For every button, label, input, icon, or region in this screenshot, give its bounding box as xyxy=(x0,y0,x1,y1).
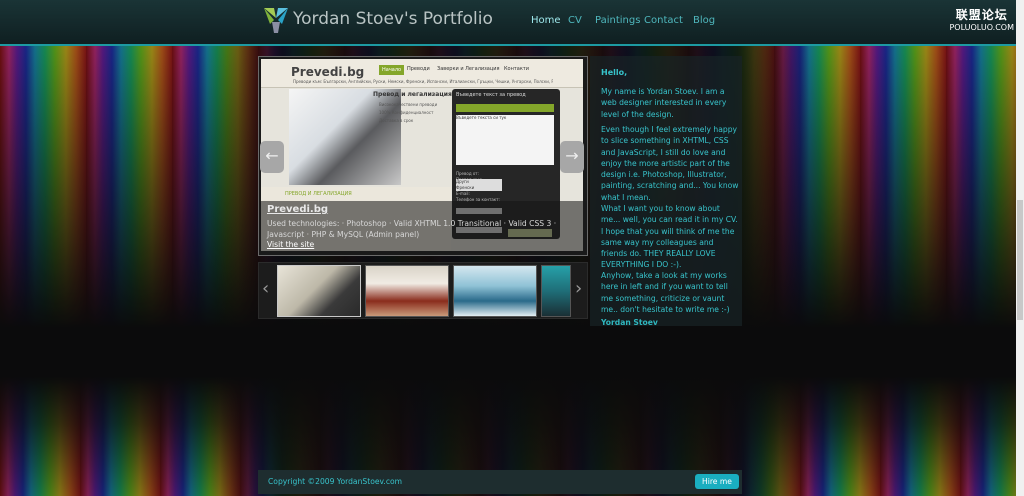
nav-home[interactable]: Home xyxy=(531,15,561,26)
thumbnail-strip: ‹ › xyxy=(258,262,588,319)
screenshot-subtitle: Превод и легализация xyxy=(373,91,452,98)
screenshot-bullets: Висококачествени преводи 100% Конфиденци… xyxy=(379,101,437,125)
screenshot-bullet: 100% Конфиденциалност xyxy=(379,110,434,115)
about-paragraph: My name is Yordan Stoev. I am a web desi… xyxy=(601,87,727,119)
watermark-url: POLUOLUO.COM xyxy=(949,23,1014,32)
screenshot-form-selects: ДругиФренски xyxy=(456,179,554,191)
watermark: 联盟论坛 POLUOLUO.COM xyxy=(949,6,1014,32)
screenshot-nav-item: Контакти xyxy=(504,66,530,72)
screenshot-section-title: ПРЕВОД И ЛЕГАЛИЗАЦИЯ xyxy=(285,191,352,197)
screenshot-form-labels-2: E-mail:Телефон за контакт: xyxy=(456,191,554,202)
about-panel: Hello, My name is Yordan Stoev. I am a w… xyxy=(590,56,742,327)
screenshot-bullet: Висококачествени преводи xyxy=(379,102,438,107)
thumbnail-item[interactable] xyxy=(541,265,571,317)
screenshot-logo: Prevedi.bg xyxy=(291,65,365,79)
nav-cv[interactable]: CV xyxy=(568,15,582,26)
nav-contact[interactable]: Contact xyxy=(644,15,683,26)
screenshot-nav-item: Преводи xyxy=(407,66,430,72)
site-title[interactable]: Yordan Stoev's Portfolio xyxy=(293,9,493,29)
copyright-text: Copyright ©2009 YordanStoev.com xyxy=(268,477,403,486)
screenshot-bullet: Доставка в срок xyxy=(379,118,414,123)
about-greeting: Hello, xyxy=(601,68,628,77)
hire-me-button[interactable]: Hire me xyxy=(695,474,739,489)
scrollbar-thumb[interactable] xyxy=(1017,200,1023,320)
thumbs-prev-icon[interactable]: ‹ xyxy=(262,278,269,299)
visit-site-link[interactable]: Visit the site xyxy=(267,240,314,249)
thumbnail-item[interactable] xyxy=(453,265,537,317)
slider-next-arrow-icon[interactable]: → xyxy=(560,141,584,173)
thumbs-next-icon[interactable]: › xyxy=(575,278,582,299)
thumbnail-item[interactable] xyxy=(365,265,449,317)
project-technologies: Used technologies: · Photoshop · Valid X… xyxy=(267,219,557,239)
watermark-title: 联盟论坛 xyxy=(955,8,1008,22)
site-header: Yordan Stoev's Portfolio Home CV Paintin… xyxy=(0,0,1024,46)
logo-icon[interactable] xyxy=(262,6,290,34)
project-title[interactable]: Prevedi.bg xyxy=(267,204,328,215)
screenshot-nav-item: Начало xyxy=(379,65,405,75)
about-paragraph: Even though I feel extremely happy to sl… xyxy=(601,125,739,202)
slider-prev-arrow-icon[interactable]: ← xyxy=(260,141,284,173)
screenshot-form-title: Въведете текст за превод xyxy=(456,92,526,98)
about-signature: Yordan Stoev xyxy=(601,318,658,327)
screenshot-nav-item: Заверки и Легализация xyxy=(437,66,500,72)
screenshot-form-tabs xyxy=(456,104,554,112)
page-scrollbar[interactable] xyxy=(1016,0,1024,496)
site-footer: Copyright ©2009 YordanStoev.com Hire me xyxy=(258,470,742,494)
about-paragraph: What I want you to know about me... well… xyxy=(601,204,738,270)
project-caption: Prevedi.bg Used technologies: · Photosho… xyxy=(261,201,583,251)
project-slider: Prevedi.bg Начало Преводи Заверки и Лега… xyxy=(258,56,588,256)
nav-paintings[interactable]: Paintings xyxy=(595,15,640,26)
about-paragraph: Anyhow, take a look at my works here in … xyxy=(601,271,730,314)
screenshot-form-textarea: Въведете текста си тук xyxy=(456,115,554,165)
thumbnail-item[interactable] xyxy=(277,265,361,317)
screenshot-form-labels: Превод от:Превод към: xyxy=(456,171,554,182)
screenshot-languages: Преводи към: Български, Английски, Руски… xyxy=(293,79,553,84)
nav-blog[interactable]: Blog xyxy=(693,15,715,26)
